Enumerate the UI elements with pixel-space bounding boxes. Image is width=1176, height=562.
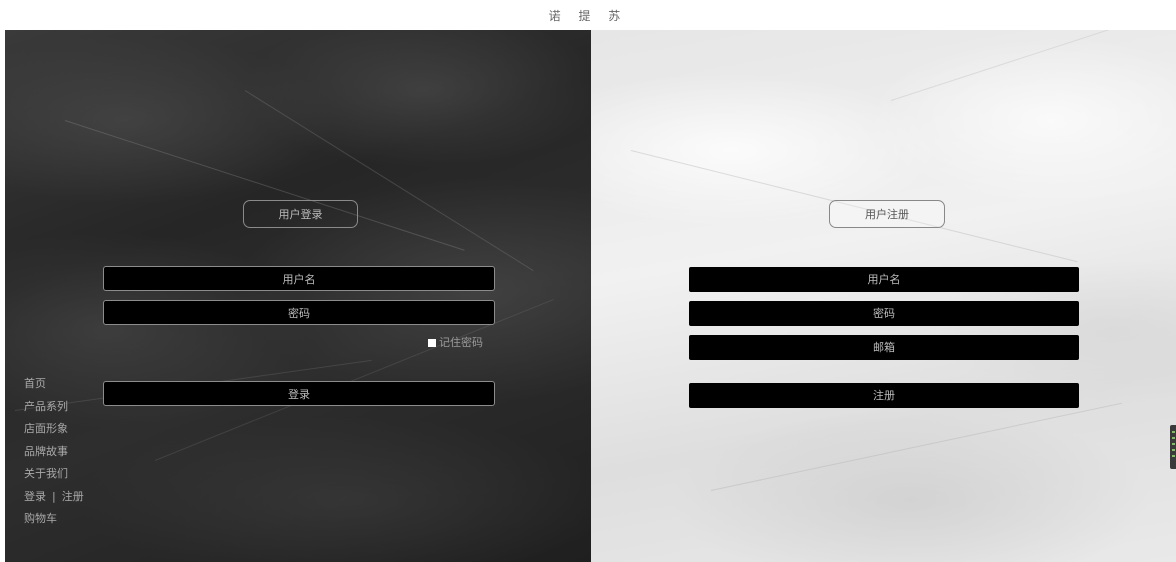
nav-login-link[interactable]: 登录: [24, 490, 46, 503]
login-password-field[interactable]: 密码: [103, 300, 495, 325]
widget-bar: [1172, 455, 1175, 457]
nav-products[interactable]: 产品系列: [24, 396, 84, 419]
widget-bar: [1172, 443, 1175, 445]
login-panel: 用户登录 用户名 密码 记住密码 登录 首页 产品系列 店面形象 品牌故事 关于…: [5, 30, 591, 562]
nav-auth-links: 登录 | 注册: [24, 486, 84, 509]
remember-password[interactable]: 记住密码: [428, 336, 483, 350]
nav-separator: |: [52, 489, 56, 503]
brand-logo-text[interactable]: 诺 提 苏: [549, 7, 628, 24]
register-panel: 用户注册 用户名 密码 邮箱 注册: [591, 30, 1176, 562]
feather-texture: [890, 30, 1176, 101]
register-password-field[interactable]: 密码: [689, 301, 1079, 326]
nav-cart[interactable]: 购物车: [24, 508, 84, 531]
nav-brand-story[interactable]: 品牌故事: [24, 441, 84, 464]
top-header: 诺 提 苏: [0, 0, 1176, 30]
widget-bar: [1172, 437, 1175, 439]
nav-home[interactable]: 首页: [24, 373, 84, 396]
login-username-field[interactable]: 用户名: [103, 266, 495, 291]
feather-texture: [64, 120, 465, 251]
side-scroll-widget[interactable]: [1170, 425, 1176, 469]
register-email-field[interactable]: 邮箱: [689, 335, 1079, 360]
login-button[interactable]: 登录: [103, 381, 495, 406]
remember-label: 记住密码: [439, 336, 483, 349]
widget-bar: [1172, 449, 1175, 451]
side-navigation: 首页 产品系列 店面形象 品牌故事 关于我们 登录 | 注册 购物车: [24, 373, 84, 531]
register-button[interactable]: 注册: [689, 383, 1079, 408]
login-title[interactable]: 用户登录: [243, 200, 358, 228]
widget-bar: [1172, 431, 1175, 433]
nav-register-link[interactable]: 注册: [62, 490, 84, 503]
nav-about-us[interactable]: 关于我们: [24, 463, 84, 486]
feather-texture: [710, 402, 1122, 491]
register-title[interactable]: 用户注册: [829, 200, 945, 228]
nav-store-image[interactable]: 店面形象: [24, 418, 84, 441]
feather-texture: [244, 90, 534, 272]
register-username-field[interactable]: 用户名: [689, 267, 1079, 292]
remember-checkbox[interactable]: [428, 339, 436, 347]
